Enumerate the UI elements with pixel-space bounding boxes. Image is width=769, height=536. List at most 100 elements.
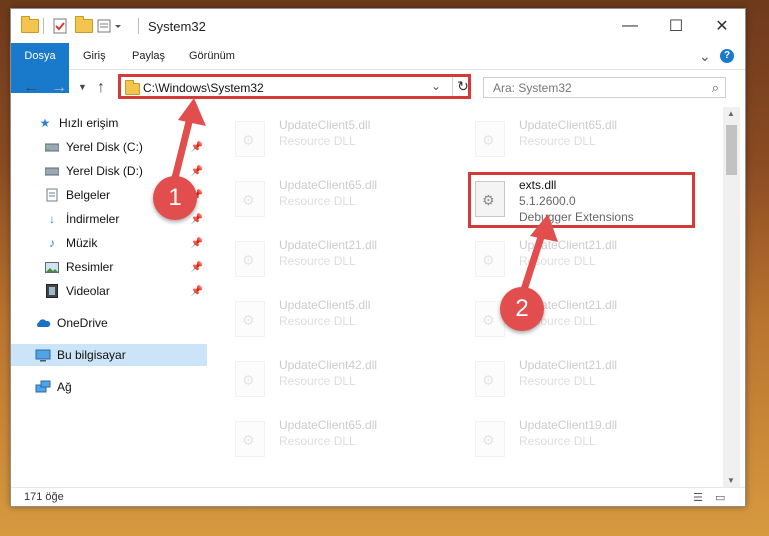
pin-icon[interactable]: 📌 xyxy=(191,214,203,225)
forward-arrow-icon[interactable]: → xyxy=(51,79,67,97)
search-input[interactable]: Ara: System32 ⌕ xyxy=(483,77,726,98)
file-item[interactable]: ⚙ UpdateClient21.dll Resource DLL xyxy=(475,355,685,405)
documents-icon xyxy=(44,188,60,202)
file-item[interactable]: ⚙ UpdateClient65.dll Resource DLL xyxy=(235,415,445,465)
customize-quick-access-icon[interactable] xyxy=(97,18,123,34)
file-item[interactable]: ⚙ UpdateClient65.dll Resource DLL xyxy=(475,115,685,165)
file-item[interactable]: ⚙ UpdateClient42.dll Resource DLL xyxy=(235,355,445,405)
nav-label: Bu bilgisayar xyxy=(57,348,126,362)
separator xyxy=(138,18,139,34)
file-description: Resource DLL xyxy=(279,434,356,448)
tab-share[interactable]: Paylaş xyxy=(132,43,165,69)
search-placeholder: Ara: System32 xyxy=(493,81,572,95)
pin-icon[interactable]: 📌 xyxy=(191,238,203,249)
file-item[interactable]: ⚙ UpdateClient21.dll Resource DLL xyxy=(235,235,445,285)
file-name: UpdateClient21.dll xyxy=(519,358,618,372)
nav-onedrive[interactable]: OneDrive xyxy=(11,312,207,334)
drive-icon xyxy=(44,164,60,178)
cloud-icon xyxy=(35,316,51,330)
file-name: UpdateClient19.dll xyxy=(519,418,618,432)
large-icons-view-icon[interactable]: ▭ xyxy=(715,491,725,504)
file-name: UpdateClient42.dll xyxy=(279,358,378,372)
nav-label: İndirmeler xyxy=(66,212,120,226)
close-button[interactable]: ✕ xyxy=(699,9,745,43)
folder-icon xyxy=(125,80,140,95)
nav-label: Resimler xyxy=(66,260,114,274)
pin-icon[interactable]: 📌 xyxy=(191,286,203,297)
star-icon: ★ xyxy=(39,116,51,130)
maximize-button[interactable]: ☐ xyxy=(653,9,699,43)
address-row: ← → ▼ ↑ C:\Windows\System32 ⌄ ↻ Ara: Sys… xyxy=(11,70,745,106)
recent-locations-chevron-icon[interactable]: ▼ xyxy=(78,82,87,92)
dll-file-icon: ⚙ xyxy=(475,421,505,457)
help-icon[interactable]: ? xyxy=(720,49,734,63)
music-icon: ♪ xyxy=(49,236,55,250)
refresh-icon[interactable]: ↻ xyxy=(452,77,473,96)
separator xyxy=(43,18,44,34)
nav-label: Yerel Disk (C:) xyxy=(66,140,143,154)
dll-file-icon: ⚙ xyxy=(475,121,505,157)
new-folder-icon[interactable] xyxy=(75,16,93,34)
drive-icon xyxy=(44,140,60,154)
dll-file-icon: ⚙ xyxy=(235,421,265,457)
scroll-up-arrow-icon[interactable]: ▲ xyxy=(727,109,735,118)
nav-music[interactable]: ♪ Müzik 📌 xyxy=(11,232,207,254)
file-name: UpdateClient5.dll xyxy=(279,118,371,132)
ribbon-expand-icon[interactable]: ⌄ xyxy=(699,43,711,69)
nav-label: OneDrive xyxy=(57,316,108,330)
dll-file-icon: ⚙ xyxy=(235,121,265,157)
tab-home[interactable]: Giriş xyxy=(83,43,106,69)
nav-label: Yerel Disk (D:) xyxy=(66,164,143,178)
file-name: UpdateClient65.dll xyxy=(279,178,378,192)
annotation-badge-2: 2 xyxy=(500,287,544,331)
file-name: UpdateClient65.dll xyxy=(519,118,618,132)
nav-label: Hızlı erişim xyxy=(59,116,119,130)
pin-icon[interactable]: 📌 xyxy=(191,262,203,273)
search-icon[interactable]: ⌕ xyxy=(712,80,719,96)
nav-pictures[interactable]: Resimler 📌 xyxy=(11,256,207,278)
file-item[interactable]: ⚙ UpdateClient5.dll Resource DLL xyxy=(235,295,445,345)
item-count: 171 öğe xyxy=(24,491,64,503)
file-description: Resource DLL xyxy=(519,374,596,388)
minimize-button[interactable]: — xyxy=(607,9,653,43)
dll-file-icon: ⚙ xyxy=(235,301,265,337)
file-item[interactable]: ⚙ UpdateClient65.dll Resource DLL xyxy=(235,175,445,225)
computer-icon xyxy=(35,348,51,362)
dll-file-icon: ⚙ xyxy=(475,361,505,397)
file-name: UpdateClient5.dll xyxy=(279,298,371,312)
nav-network[interactable]: Ağ xyxy=(11,376,207,398)
file-description: Resource DLL xyxy=(279,134,356,148)
tab-view[interactable]: Görünüm xyxy=(189,43,235,69)
vertical-scrollbar[interactable]: ▲ ▼ xyxy=(723,107,740,487)
download-icon: ↓ xyxy=(49,212,55,226)
explorer-window: System32 — ☐ ✕ Dosya Giriş Paylaş Görünü… xyxy=(10,8,746,507)
file-name: UpdateClient21.dll xyxy=(279,238,378,252)
up-arrow-icon[interactable]: ↑ xyxy=(97,79,105,97)
network-icon xyxy=(35,380,51,394)
status-bar: 171 öğe ☰ ▭ xyxy=(11,487,745,506)
file-item[interactable]: ⚙ UpdateClient19.dll Resource DLL xyxy=(475,415,685,465)
properties-icon[interactable] xyxy=(53,18,67,34)
scrollbar-thumb[interactable] xyxy=(726,125,737,175)
ribbon: Dosya Giriş Paylaş Görünüm ⌄ ? xyxy=(11,43,745,93)
details-view-icon[interactable]: ☰ xyxy=(693,491,703,504)
nav-videos[interactable]: Videolar 📌 xyxy=(11,280,207,302)
videos-icon xyxy=(44,284,60,298)
dll-file-icon: ⚙ xyxy=(235,181,265,217)
folder-icon xyxy=(21,16,39,34)
file-description: Resource DLL xyxy=(279,374,356,388)
nav-label: Müzik xyxy=(66,236,98,250)
file-description: Resource DLL xyxy=(519,134,596,148)
file-name: UpdateClient65.dll xyxy=(279,418,378,432)
nav-this-pc[interactable]: Bu bilgisayar xyxy=(11,344,207,366)
file-description: Resource DLL xyxy=(279,254,356,268)
back-arrow-icon[interactable]: ← xyxy=(23,79,39,97)
file-item[interactable]: ⚙ UpdateClient5.dll Resource DLL xyxy=(235,115,445,165)
window-title: System32 xyxy=(148,19,206,34)
file-list: ⚙ UpdateClient5.dll Resource DLL ⚙ Updat… xyxy=(207,107,722,487)
scroll-down-arrow-icon[interactable]: ▼ xyxy=(727,476,735,485)
nav-label: Videolar xyxy=(66,284,110,298)
annotation-badge-1: 1 xyxy=(153,176,197,220)
file-description: Resource DLL xyxy=(279,194,356,208)
chevron-down-icon[interactable]: ⌄ xyxy=(431,79,441,93)
